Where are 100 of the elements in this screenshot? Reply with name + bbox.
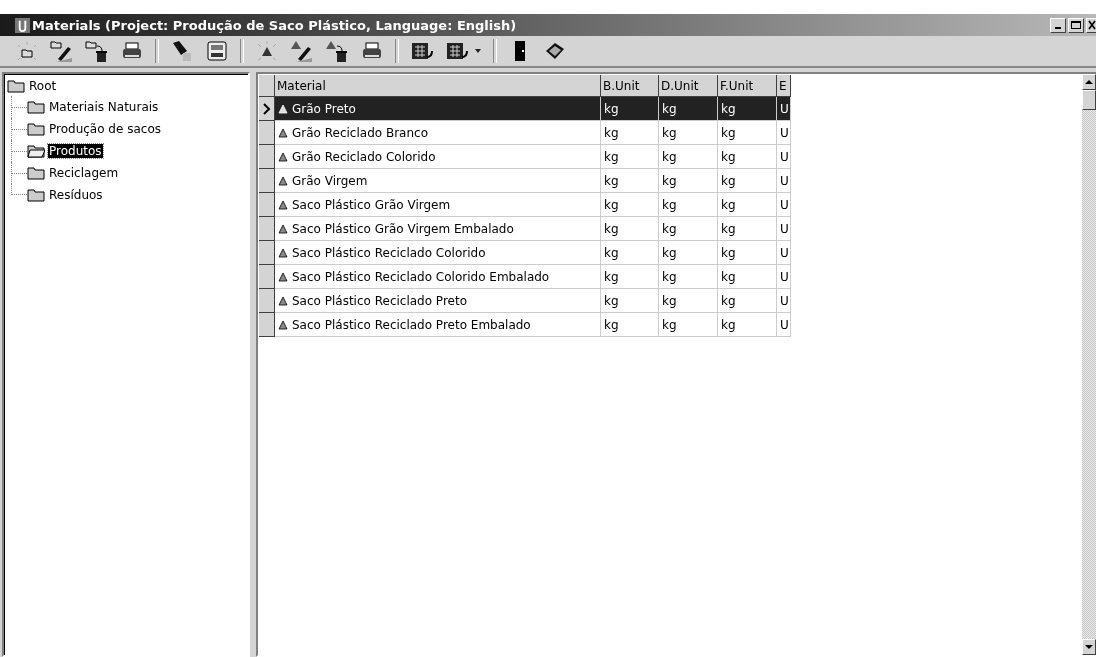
table-cell: Saco Plástico Reciclado Colorido Embalado (275, 265, 601, 289)
row-header[interactable] (259, 241, 275, 265)
vertical-scrollbar[interactable] (1082, 74, 1096, 655)
tree-item[interactable]: Resíduos (48, 188, 104, 202)
tree-item[interactable]: Materiais Naturais (48, 100, 160, 114)
triangle-icon (278, 295, 288, 306)
maximize-icon (1070, 20, 1082, 30)
table-cell: kg (601, 97, 659, 121)
row-header[interactable] (259, 121, 275, 145)
row-header[interactable] (259, 313, 275, 337)
minimize-button[interactable] (1050, 17, 1066, 33)
folder-pencil-icon[interactable] (50, 39, 74, 63)
table-cell: kg (601, 169, 659, 193)
triangle-icon (278, 127, 288, 138)
table-cell: Saco Plástico Grão Virgem (275, 193, 601, 217)
maximize-button[interactable] (1068, 17, 1084, 33)
new-triangle-icon[interactable] (255, 39, 279, 63)
table-cell: U (777, 265, 791, 289)
table-cell: Grão Preto (275, 97, 601, 121)
close-icon (1087, 20, 1096, 30)
table-cell: kg (601, 217, 659, 241)
table-cell: kg (659, 169, 718, 193)
table-cell: kg (718, 241, 777, 265)
row-header[interactable] (259, 217, 275, 241)
folder-icon (27, 122, 45, 136)
table-cell: U (777, 121, 791, 145)
table-cell: kg (718, 313, 777, 337)
triangle-icon (278, 223, 288, 234)
triangle-icon (278, 151, 288, 162)
tree-item[interactable]: Produção de sacos (48, 122, 162, 136)
folder-trash-icon[interactable] (85, 39, 109, 63)
row-header[interactable] (259, 97, 275, 121)
close-button[interactable] (1086, 17, 1096, 33)
triangle-icon (278, 199, 288, 210)
row-header[interactable] (259, 289, 275, 313)
table-cell: Grão Virgem (275, 169, 601, 193)
table-cell: Saco Plástico Reciclado Preto Embalado (275, 313, 601, 337)
table-cell: U (777, 169, 791, 193)
minimize-icon (1055, 27, 1061, 29)
scroll-up-icon[interactable] (1085, 79, 1093, 85)
table-cell: Grão Reciclado Colorido (275, 145, 601, 169)
row-header[interactable] (259, 145, 275, 169)
table-cell: U (777, 289, 791, 313)
new-folder-icon[interactable] (15, 39, 39, 63)
table-cell: kg (718, 217, 777, 241)
row-header[interactable] (259, 193, 275, 217)
flashlight-icon[interactable] (170, 39, 194, 63)
table-cell: kg (659, 313, 718, 337)
table-cell: U (777, 97, 791, 121)
column-header[interactable]: Material (275, 75, 601, 97)
table-cell: Saco Plástico Grão Virgem Embalado (275, 217, 601, 241)
table-cell: kg (659, 97, 718, 121)
table-cell: U (777, 241, 791, 265)
table-cell: kg (718, 289, 777, 313)
triangle-pencil-icon[interactable] (290, 39, 314, 63)
table-cell: kg (601, 241, 659, 265)
table-cell: Saco Plástico Reciclado Colorido (275, 241, 601, 265)
table-cell: kg (718, 121, 777, 145)
app-icon (15, 17, 30, 33)
table-cell: kg (718, 265, 777, 289)
open-folder-icon (27, 144, 45, 158)
column-header[interactable]: D.Unit (659, 75, 718, 97)
tree-item[interactable]: Reciclagem (48, 166, 120, 180)
triangle-icon (278, 271, 288, 282)
table-cell: kg (718, 193, 777, 217)
folder-icon (27, 100, 45, 114)
column-header[interactable]: B.Unit (601, 75, 659, 97)
folder-icon (7, 79, 25, 93)
row-header[interactable] (259, 265, 275, 289)
folder-icon (27, 166, 45, 180)
triangle-icon (278, 319, 288, 330)
triangle-icon (278, 103, 288, 114)
table-cell: kg (601, 265, 659, 289)
table-cell: kg (601, 145, 659, 169)
table-cell: kg (601, 193, 659, 217)
table-cell: kg (659, 121, 718, 145)
window-title: Materials (Project: Produção de Saco Plástico, Language: English) (32, 17, 517, 33)
table-cell: U (777, 217, 791, 241)
table-cell: kg (718, 169, 777, 193)
table-cell: kg (718, 145, 777, 169)
triangle-icon (278, 247, 288, 258)
folder-icon (27, 188, 45, 202)
row-header[interactable] (259, 169, 275, 193)
table-cell: kg (718, 97, 777, 121)
table-cell: kg (659, 241, 718, 265)
table-cell: U (777, 145, 791, 169)
caret-icon[interactable] (474, 48, 482, 54)
table-cell: kg (659, 145, 718, 169)
table-cell: kg (601, 289, 659, 313)
tree-item[interactable]: Produtos (48, 144, 103, 158)
tree-item[interactable]: Root (28, 79, 58, 93)
table-cell: kg (601, 121, 659, 145)
scroll-down-icon[interactable] (1085, 644, 1093, 650)
table-cell: kg (659, 193, 718, 217)
table-cell: Saco Plástico Reciclado Preto (275, 289, 601, 313)
table-cell: U (777, 193, 791, 217)
scroll-thumb[interactable] (1082, 90, 1096, 110)
column-header[interactable]: F.Unit (718, 75, 777, 97)
triangle-trash-icon[interactable] (325, 39, 349, 63)
column-header[interactable]: E (777, 75, 791, 97)
